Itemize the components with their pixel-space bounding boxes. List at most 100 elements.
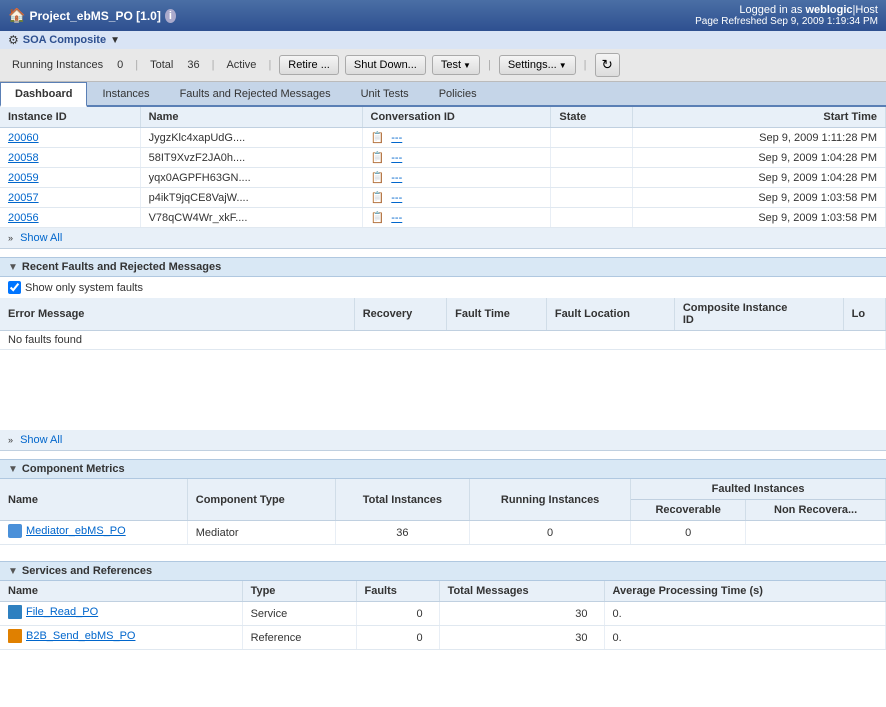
total-count: 36 — [183, 57, 203, 73]
faults-chevron-icon: » — [8, 435, 13, 445]
col-total-instances: Total Instances — [335, 479, 469, 521]
show-all-link[interactable]: Show All — [20, 232, 62, 244]
running-instances-label: Running Instances — [8, 57, 107, 73]
col-total-messages: Total Messages — [439, 581, 604, 602]
instance-id-cell[interactable]: 20058 — [0, 148, 140, 168]
service-name-cell[interactable]: B2B_Send_ebMS_PO — [0, 626, 242, 650]
tab-bar: Dashboard Instances Faults and Rejected … — [0, 82, 886, 107]
instance-id-cell[interactable]: 20057 — [0, 188, 140, 208]
conv-cell: 📋 --- — [362, 188, 551, 208]
col-fault-location: Fault Location — [546, 298, 674, 331]
conv-cell: 📋 --- — [362, 128, 551, 148]
instance-id-cell[interactable]: 20056 — [0, 208, 140, 228]
metrics-name-cell[interactable]: Mediator_ebMS_PO — [0, 521, 187, 545]
system-faults-checkbox[interactable] — [8, 281, 21, 294]
col-recoverable: Recoverable — [631, 500, 746, 521]
instance-id-cell[interactable]: 20060 — [0, 128, 140, 148]
col-log: Lo — [843, 298, 885, 331]
toolbar: Running Instances 0 | Total 36 | Active … — [0, 49, 886, 82]
soa-icon: ⚙ — [8, 33, 19, 47]
state-cell — [551, 148, 633, 168]
state-cell — [551, 188, 633, 208]
refresh-button[interactable]: ↻ — [595, 53, 620, 77]
list-item: B2B_Send_ebMS_PO Reference 0 30 0. — [0, 626, 886, 650]
table-row: 20057 p4ikT9jqCE8VajW.... 📋 --- Sep 9, 2… — [0, 188, 886, 208]
main-content: Instance ID Name Conversation ID State S… — [0, 107, 886, 707]
name-cell: yqx0AGPFH63GN.... — [140, 168, 362, 188]
services-section-header[interactable]: ▼ Services and References — [0, 561, 886, 581]
test-button[interactable]: Test ▼ — [432, 55, 480, 75]
non-recoverable-cell — [746, 521, 886, 545]
col-fault-time: Fault Time — [447, 298, 547, 331]
tab-unit-tests[interactable]: Unit Tests — [346, 82, 424, 105]
metrics-collapse-icon: ▼ — [8, 464, 18, 475]
col-faults: Faults — [356, 581, 439, 602]
instances-show-all[interactable]: » Show All — [0, 228, 886, 249]
info-icon[interactable]: i — [165, 9, 176, 23]
faults-section-header[interactable]: ▼ Recent Faults and Rejected Messages — [0, 257, 886, 277]
settings-dropdown-arrow: ▼ — [559, 61, 567, 70]
col-running-instances: Running Instances — [470, 479, 631, 521]
col-error-message: Error Message — [0, 298, 354, 331]
retire-button[interactable]: Retire ... — [279, 55, 339, 75]
dropdown-icon[interactable]: ▼ — [110, 35, 120, 46]
state-cell — [551, 208, 633, 228]
header-right: Logged in as weblogic|Host Page Refreshe… — [695, 4, 878, 27]
state-cell — [551, 168, 633, 188]
total-messages-cell: 30 — [439, 602, 604, 626]
col-start-time: Start Time — [633, 107, 886, 128]
name-cell: JygzKlc4xapUdG.... — [140, 128, 362, 148]
reference-icon — [8, 629, 22, 643]
settings-label: Settings... — [508, 59, 557, 71]
col-metrics-name: Name — [0, 479, 187, 521]
sub-header: ⚙ SOA Composite ▼ — [0, 31, 886, 49]
app-title: 🏠 Project_ebMS_PO [1.0] i — [8, 7, 176, 24]
app-title-text: Project_ebMS_PO [1.0] — [29, 9, 160, 23]
faults-table: Error Message Recovery Fault Time Fault … — [0, 298, 886, 350]
tab-dashboard[interactable]: Dashboard — [0, 82, 87, 107]
table-row: 20056 V78qCW4Wr_xkF.... 📋 --- Sep 9, 200… — [0, 208, 886, 228]
logged-in-label: Logged in as — [739, 4, 802, 16]
faults-show-all[interactable]: » Show All — [0, 430, 886, 451]
list-item: File_Read_PO Service 0 30 0. — [0, 602, 886, 626]
col-component-type: Component Type — [187, 479, 335, 521]
col-instance-id: Instance ID — [0, 107, 140, 128]
instances-table: Instance ID Name Conversation ID State S… — [0, 107, 886, 228]
soa-composite-label[interactable]: SOA Composite — [23, 34, 106, 46]
total-label: Total — [146, 57, 177, 73]
test-dropdown-arrow: ▼ — [463, 61, 471, 70]
shutdown-button[interactable]: Shut Down... — [345, 55, 426, 75]
start-time-cell: Sep 9, 2009 1:04:28 PM — [633, 148, 886, 168]
total-cell: 36 — [335, 521, 469, 545]
total-messages-cell: 30 — [439, 626, 604, 650]
mediator-icon — [8, 524, 22, 538]
type-cell: Reference — [242, 626, 356, 650]
service-name-cell[interactable]: File_Read_PO — [0, 602, 242, 626]
settings-button[interactable]: Settings... ▼ — [499, 55, 576, 75]
host-label: Host — [855, 4, 878, 16]
metrics-title: Component Metrics — [22, 463, 125, 475]
metrics-section-header[interactable]: ▼ Component Metrics — [0, 459, 886, 479]
faults-options: Show only system faults — [0, 277, 886, 298]
table-row: 20060 JygzKlc4xapUdG.... 📋 --- Sep 9, 20… — [0, 128, 886, 148]
state-cell — [551, 128, 633, 148]
no-faults-text: No faults found — [0, 331, 886, 350]
tab-instances[interactable]: Instances — [87, 82, 164, 105]
running-instances-count: 0 — [113, 57, 127, 73]
avg-processing-cell: 0. — [604, 626, 885, 650]
instance-id-cell[interactable]: 20059 — [0, 168, 140, 188]
services-collapse-icon: ▼ — [8, 566, 18, 577]
app-header: 🏠 Project_ebMS_PO [1.0] i Logged in as w… — [0, 0, 886, 31]
test-label: Test — [441, 59, 461, 71]
conv-cell: 📋 --- — [362, 148, 551, 168]
tab-policies[interactable]: Policies — [424, 82, 492, 105]
col-services-name: Name — [0, 581, 242, 602]
col-name: Name — [140, 107, 362, 128]
app-icon: 🏠 — [8, 7, 25, 24]
faults-title: Recent Faults and Rejected Messages — [22, 261, 221, 273]
start-time-cell: Sep 9, 2009 1:03:58 PM — [633, 208, 886, 228]
tab-faults[interactable]: Faults and Rejected Messages — [165, 82, 346, 105]
col-faulted-group: Faulted Instances — [631, 479, 886, 500]
faults-show-all-link[interactable]: Show All — [20, 434, 62, 446]
collapse-icon: ▼ — [8, 262, 18, 273]
